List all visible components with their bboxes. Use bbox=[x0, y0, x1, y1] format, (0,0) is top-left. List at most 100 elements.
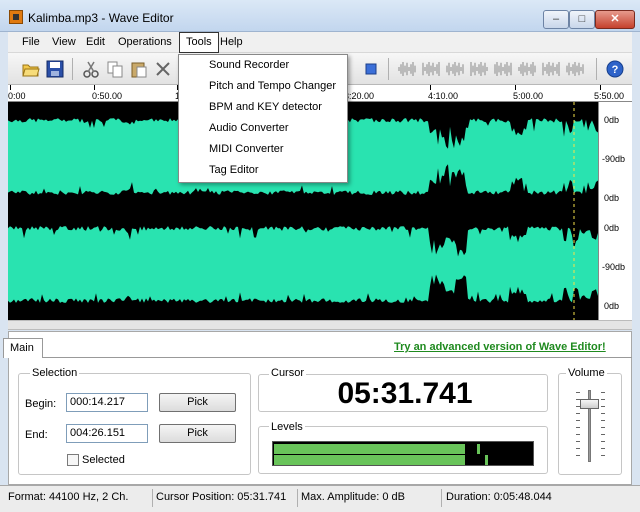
toolbar-separator bbox=[388, 58, 389, 80]
waveform-channel-2 bbox=[8, 226, 598, 303]
save-icon[interactable] bbox=[46, 60, 64, 78]
menu-tools[interactable]: Tools bbox=[179, 32, 219, 53]
db-scale: 0db -90db 0db 0db -90db 0db bbox=[598, 102, 632, 320]
ruler-tick bbox=[10, 85, 11, 90]
menu-item-pitch-tempo-changer[interactable]: Pitch and Tempo Changer bbox=[209, 80, 336, 92]
volume-tick bbox=[601, 441, 605, 442]
status-bar: Format: 44100 Hz, 2 Ch. Cursor Position:… bbox=[0, 485, 640, 512]
ruler-label: 0:50.00 bbox=[92, 91, 123, 101]
minimize-button[interactable]: – bbox=[543, 10, 569, 29]
effect-wave-icon[interactable] bbox=[542, 62, 560, 76]
effect-wave-icon[interactable] bbox=[422, 62, 440, 76]
begin-label: Begin: bbox=[25, 398, 57, 410]
volume-tick bbox=[576, 420, 580, 421]
window-title: Kalimba.mp3 - Wave Editor bbox=[28, 11, 174, 25]
svg-text:?: ? bbox=[612, 64, 619, 76]
menu-file[interactable]: File bbox=[16, 32, 46, 53]
menu-item-audio-converter[interactable]: Audio Converter bbox=[209, 122, 289, 134]
effect-wave-icon[interactable] bbox=[494, 62, 512, 76]
effect-wave-icon[interactable] bbox=[566, 62, 584, 76]
volume-tick bbox=[576, 434, 580, 435]
pick-begin-button[interactable]: Pick bbox=[159, 393, 236, 412]
volume-title: Volume bbox=[566, 367, 607, 379]
ruler-label: 3:20.00 bbox=[344, 91, 375, 101]
db-label: 0db bbox=[604, 115, 620, 125]
title-bar: Kalimba.mp3 - Wave Editor – □ ✕ bbox=[0, 0, 640, 32]
volume-slider-thumb[interactable] bbox=[580, 399, 599, 410]
menu-operations[interactable]: Operations bbox=[112, 32, 178, 53]
stop-icon[interactable] bbox=[362, 60, 380, 78]
volume-tick bbox=[601, 420, 605, 421]
levels-title: Levels bbox=[269, 421, 305, 433]
db-label: -90db bbox=[602, 262, 626, 272]
ruler-label: 4:10.00 bbox=[428, 91, 459, 101]
db-label: 0db bbox=[604, 223, 620, 233]
maximize-button[interactable]: □ bbox=[569, 10, 595, 29]
begin-time-input[interactable]: 000:14.217 bbox=[66, 393, 148, 412]
copy-icon[interactable] bbox=[106, 60, 124, 78]
ruler-tick bbox=[600, 85, 601, 90]
toolbar-separator bbox=[72, 58, 73, 80]
ruler-label: 0:00 bbox=[8, 91, 26, 101]
status-max-amplitude: Max. Amplitude: 0 dB bbox=[301, 491, 405, 503]
ruler-label: 5:50.00 bbox=[594, 91, 625, 101]
menu-bar: File View Edit Operations Tools Help bbox=[8, 32, 632, 53]
selected-checkbox[interactable] bbox=[67, 454, 79, 466]
db-label: 0db bbox=[604, 301, 620, 311]
end-time-input[interactable]: 004:26.151 bbox=[66, 424, 148, 443]
paste-icon[interactable] bbox=[130, 60, 148, 78]
tools-menu-dropdown: Sound Recorder Pitch and Tempo Changer B… bbox=[178, 54, 348, 183]
effect-wave-icon[interactable] bbox=[470, 62, 488, 76]
tab-main[interactable]: Main bbox=[3, 338, 43, 358]
volume-tick bbox=[576, 455, 580, 456]
status-separator bbox=[297, 489, 298, 507]
volume-tick bbox=[601, 448, 605, 449]
menu-item-tag-editor[interactable]: Tag Editor bbox=[209, 164, 259, 176]
status-separator bbox=[441, 489, 442, 507]
volume-tick bbox=[601, 427, 605, 428]
ruler-label: 5:00.00 bbox=[513, 91, 544, 101]
selected-label: Selected bbox=[82, 454, 125, 466]
help-icon[interactable]: ? bbox=[606, 60, 624, 78]
menu-edit[interactable]: Edit bbox=[80, 32, 111, 53]
volume-tick bbox=[601, 406, 605, 407]
volume-tick bbox=[601, 413, 605, 414]
menu-help[interactable]: Help bbox=[214, 32, 249, 53]
menu-item-sound-recorder[interactable]: Sound Recorder bbox=[209, 59, 289, 71]
horizontal-scrollbar[interactable] bbox=[8, 320, 632, 330]
left-peak-marker bbox=[476, 444, 480, 454]
volume-tick bbox=[601, 399, 605, 400]
ruler-tick bbox=[94, 85, 95, 90]
volume-tick bbox=[576, 392, 580, 393]
volume-tick bbox=[601, 392, 605, 393]
wave-editor-app-icon[interactable] bbox=[9, 10, 23, 24]
end-label: End: bbox=[25, 429, 48, 441]
open-folder-icon[interactable] bbox=[22, 60, 40, 78]
delete-icon[interactable] bbox=[154, 60, 172, 78]
cut-icon[interactable] bbox=[82, 60, 100, 78]
db-label: 0db bbox=[604, 193, 620, 203]
volume-tick bbox=[601, 455, 605, 456]
effect-wave-icon[interactable] bbox=[518, 62, 536, 76]
effect-wave-icon[interactable] bbox=[446, 62, 464, 76]
right-level-bar bbox=[274, 455, 465, 465]
right-peak-marker bbox=[484, 455, 488, 465]
db-label: -90db bbox=[602, 154, 626, 164]
volume-tick bbox=[576, 413, 580, 414]
close-button[interactable]: ✕ bbox=[595, 10, 635, 29]
status-separator bbox=[152, 489, 153, 507]
upgrade-link[interactable]: Try an advanced version of Wave Editor! bbox=[394, 341, 606, 353]
effect-wave-icon[interactable] bbox=[398, 62, 416, 76]
left-level-bar bbox=[274, 444, 465, 454]
status-duration: Duration: 0:05:48.044 bbox=[446, 491, 552, 503]
volume-tick bbox=[576, 448, 580, 449]
menu-view[interactable]: View bbox=[46, 32, 82, 53]
ruler-tick bbox=[430, 85, 431, 90]
volume-tick bbox=[576, 427, 580, 428]
cursor-time-display: 05:31.741 bbox=[337, 377, 473, 410]
toolbar-separator bbox=[596, 58, 597, 80]
menu-item-bpm-key-detector[interactable]: BPM and KEY detector bbox=[209, 101, 322, 113]
status-cursor-position: Cursor Position: 05:31.741 bbox=[156, 491, 287, 503]
pick-end-button[interactable]: Pick bbox=[159, 424, 236, 443]
menu-item-midi-converter[interactable]: MIDI Converter bbox=[209, 143, 284, 155]
